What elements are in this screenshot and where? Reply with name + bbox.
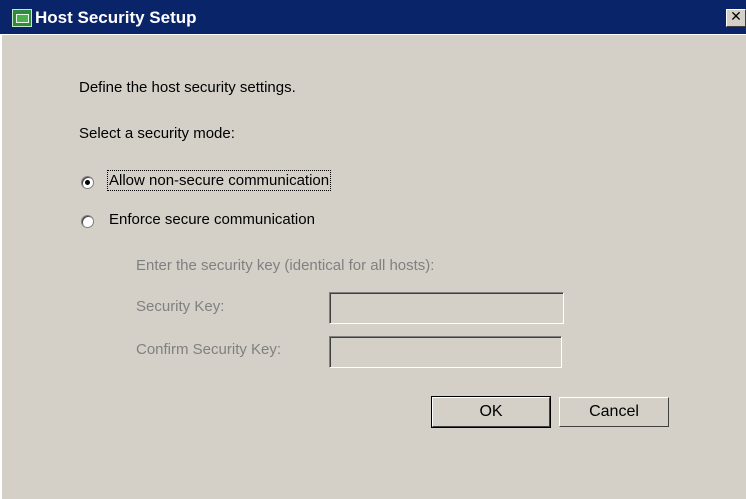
close-button[interactable]: ✕ [726,9,746,27]
radio-button-checked[interactable] [81,176,94,189]
window-title: Host Security Setup [35,8,197,27]
mode-prompt: Select a security mode: [79,125,235,142]
confirm-key-field[interactable] [329,336,562,368]
radio-label-enforce[interactable]: Enforce secure communication [109,211,315,228]
description-text: Define the host security settings. [79,79,296,96]
host-app-icon [12,9,32,27]
security-key-label: Security Key: [136,298,225,315]
ok-button[interactable]: OK [431,396,551,428]
key-prompt: Enter the security key (identical for al… [136,257,435,274]
dialog-body: Define the host security settings. Selec… [0,35,746,499]
close-icon: ✕ [730,9,742,25]
radio-label-allow[interactable]: Allow non-secure communication [106,170,332,191]
title-bar[interactable]: Host Security Setup ✕ [0,0,746,35]
confirm-key-label: Confirm Security Key: [136,341,282,358]
radio-button-unchecked[interactable] [81,215,94,228]
security-key-field[interactable] [329,292,564,324]
cancel-button[interactable]: Cancel [559,397,669,427]
